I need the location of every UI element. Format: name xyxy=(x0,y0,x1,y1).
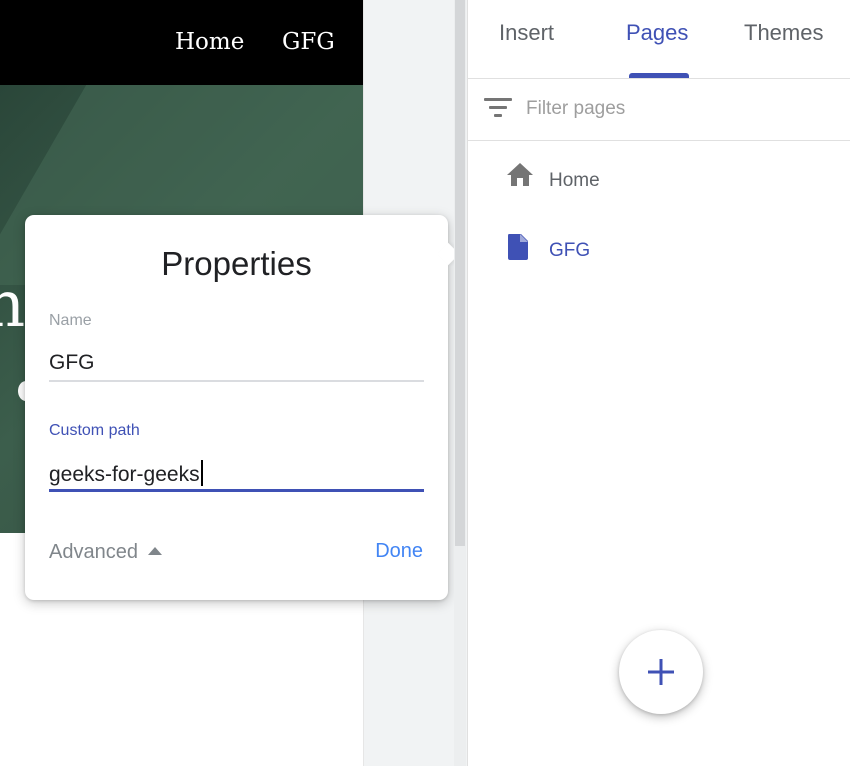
page-item-label: Home xyxy=(549,170,600,191)
filter-icon[interactable] xyxy=(484,98,512,120)
tab-pages[interactable]: Pages xyxy=(626,20,688,46)
custom-path-label: Custom path xyxy=(49,422,140,439)
custom-path-field[interactable]: geeks-for-geeks xyxy=(49,460,203,487)
site-nav-gfg-link[interactable]: GFG xyxy=(282,29,335,55)
side-panel: Insert Pages Themes Home GFG xyxy=(467,0,850,766)
page-icon xyxy=(508,234,528,260)
name-field[interactable]: GFG xyxy=(49,351,95,375)
tab-insert[interactable]: Insert xyxy=(499,20,554,46)
page-item-home[interactable]: Home xyxy=(506,162,826,198)
triangle-up-icon xyxy=(147,547,162,555)
done-button[interactable]: Done xyxy=(375,540,423,563)
plus-icon xyxy=(648,659,674,685)
properties-dialog: Properties Name GFG Custom path geeks-fo… xyxy=(25,215,460,600)
site-nav-home-link[interactable]: Home xyxy=(175,29,244,55)
page-item-gfg[interactable]: GFG xyxy=(506,232,826,268)
name-field-value: GFG xyxy=(49,351,95,374)
custom-path-field-underline xyxy=(49,489,424,492)
advanced-label: Advanced xyxy=(49,541,138,563)
name-label: Name xyxy=(49,312,92,329)
page-item-label: GFG xyxy=(549,240,591,261)
custom-path-field-value: geeks-for-geeks xyxy=(49,463,200,486)
tabs-divider xyxy=(468,78,850,79)
dialog-title: Properties xyxy=(161,245,312,282)
tab-themes[interactable]: Themes xyxy=(744,20,823,46)
filter-divider xyxy=(468,140,850,141)
add-page-button[interactable] xyxy=(619,630,703,714)
hero-title-fragment: n xyxy=(0,273,25,337)
advanced-toggle[interactable]: Advanced xyxy=(49,541,162,564)
scrollbar-thumb[interactable] xyxy=(455,0,465,546)
filter-pages-input[interactable] xyxy=(526,94,826,124)
name-field-underline xyxy=(49,380,424,382)
site-nav-bar: Home GFG xyxy=(0,0,363,85)
text-cursor xyxy=(200,460,203,486)
home-icon xyxy=(507,163,533,186)
